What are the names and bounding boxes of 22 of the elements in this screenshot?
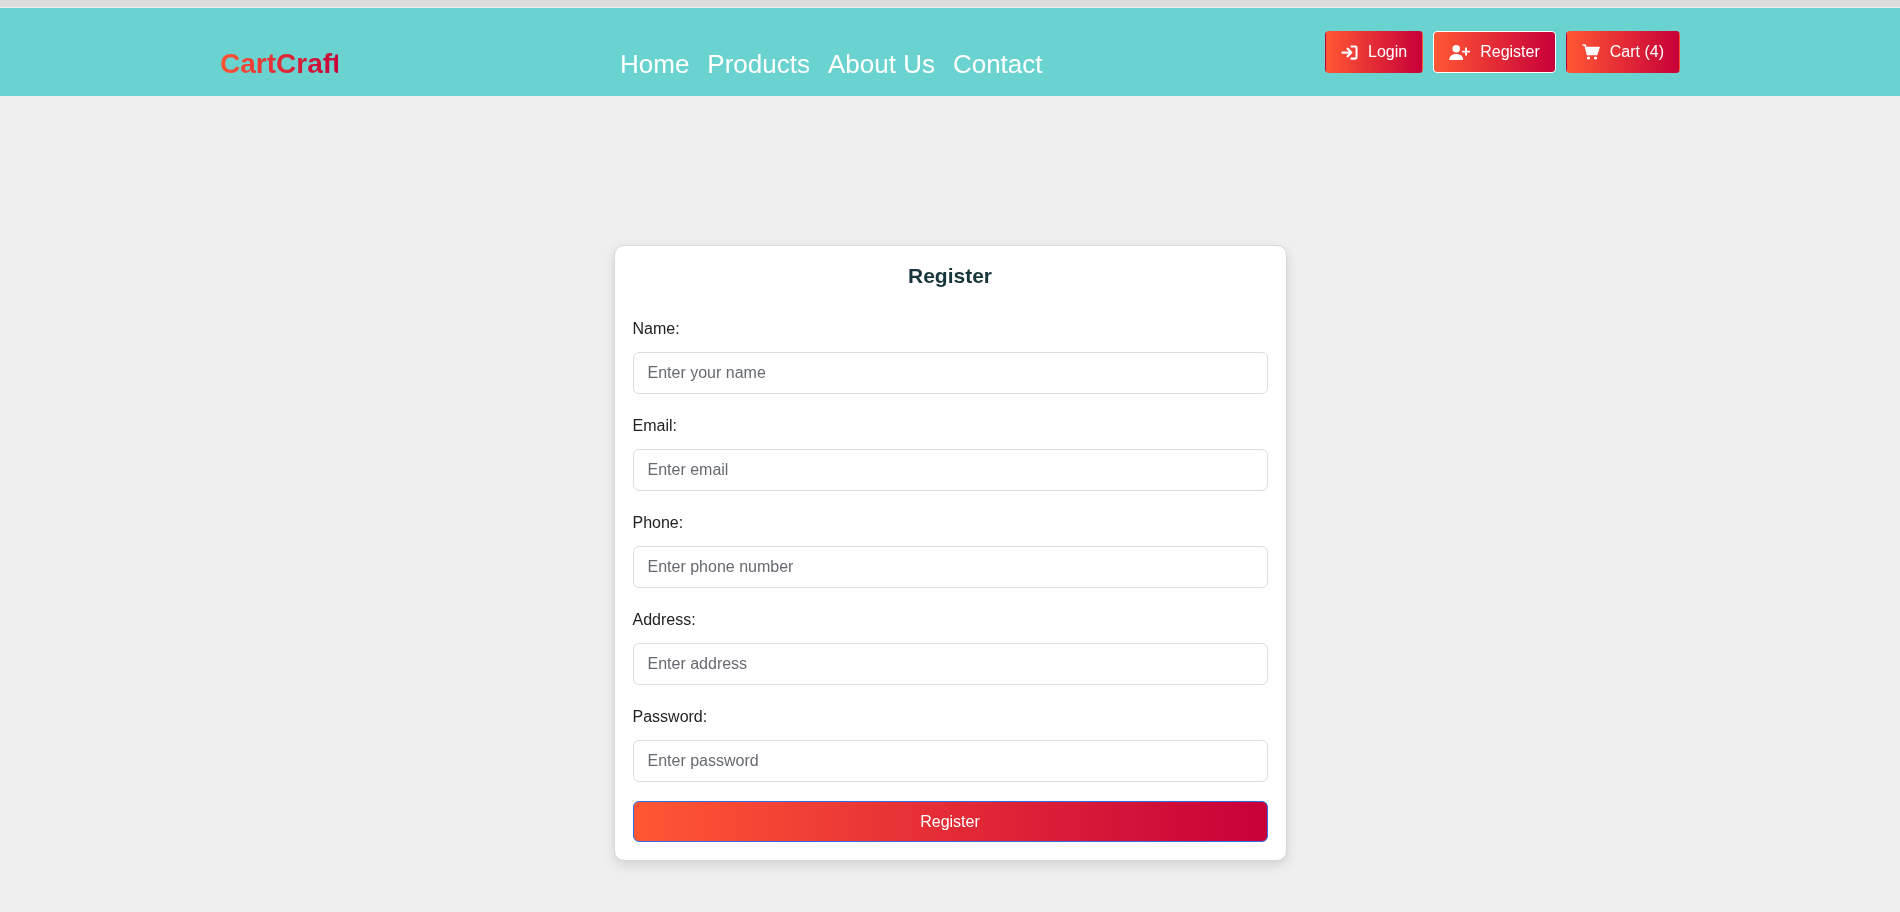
input-field[interactable]: Enter password [632,740,1268,782]
nav-link[interactable]: Contact [952,48,1043,80]
input-field[interactable]: Enter address [632,643,1268,685]
form-title: Register [907,263,993,289]
login-button[interactable]: Login [1325,31,1424,73]
field-label: Phone: [632,513,684,533]
input-field[interactable]: Enter phone number [632,546,1268,588]
submit-button[interactable]: Register [632,801,1268,842]
field-label: Password: [632,707,708,727]
register-button[interactable]: Register [1433,31,1556,73]
input-field[interactable]: Enter email [632,449,1268,491]
cart-button[interactable]: Cart (4) [1565,31,1680,73]
user-plus-icon [1449,44,1471,60]
cart-icon [1581,44,1600,60]
input-field[interactable]: Enter your name [632,352,1268,394]
login-icon [1341,44,1359,60]
field-label: Address: [632,610,696,630]
field-label: Name: [632,319,680,339]
nav-link[interactable]: Products [707,48,810,80]
field-label: Email: [632,416,677,436]
nav-link[interactable]: About Us [827,48,935,80]
nav-link[interactable]: Home [620,48,690,80]
